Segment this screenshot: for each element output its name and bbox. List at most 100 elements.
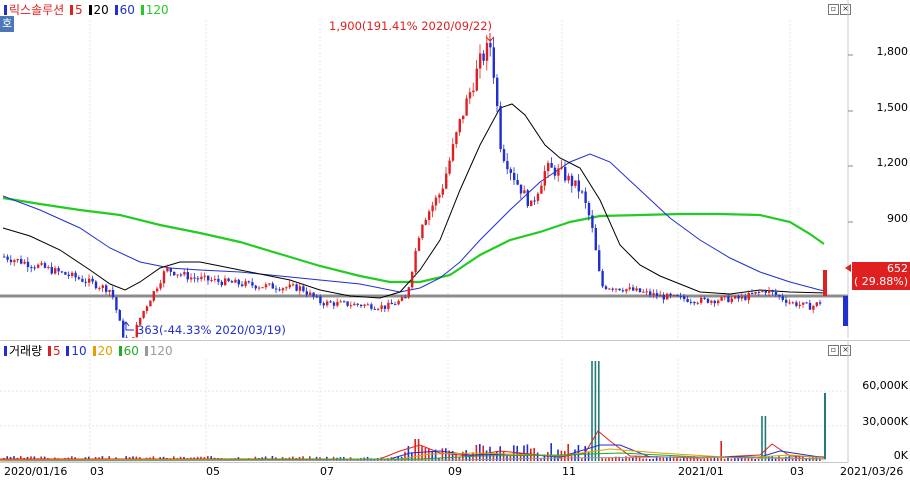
candle-body [74, 272, 77, 278]
candle-body [441, 188, 444, 195]
candle-body [152, 291, 155, 301]
candle-body [720, 297, 723, 301]
high-annotation: 1,900(191.41% 2020/09/22) [329, 19, 495, 42]
candle-body [577, 180, 580, 192]
candle-body [407, 287, 410, 298]
axis-marker-bar [843, 296, 848, 326]
candle-body [390, 302, 393, 305]
candle-body [516, 180, 519, 185]
candle-body [557, 168, 560, 176]
candle-body [258, 287, 261, 289]
candle-body [737, 296, 740, 299]
vol-y-tick-60000k: 60,000K [862, 379, 908, 392]
candle-body [802, 302, 805, 305]
candle-body [162, 271, 166, 284]
candle-body [618, 288, 621, 291]
low-annotation-text: 363(-44.33% 2020/03/19) [137, 323, 286, 337]
candle-body [105, 285, 108, 292]
candle-body [383, 305, 387, 309]
candle-body [689, 301, 693, 303]
candle-body [13, 260, 16, 263]
candle-body [533, 200, 536, 202]
volume-bar [652, 458, 654, 461]
candle-body [60, 271, 64, 273]
candle-body [346, 301, 349, 306]
volume-bar [587, 451, 590, 461]
candle-body [635, 288, 638, 291]
candle-body [251, 282, 254, 286]
candle-body [567, 175, 570, 181]
candle-body [587, 202, 591, 216]
candle-body [47, 266, 50, 268]
volume-bar [757, 458, 760, 461]
candle-body [387, 302, 390, 309]
candle-body [37, 264, 40, 268]
candle-body [213, 278, 217, 280]
candle-body [472, 90, 475, 93]
candles [3, 34, 822, 338]
candle-body [176, 274, 179, 276]
candle-body [343, 301, 346, 303]
candle-body [611, 288, 614, 290]
candle-body [20, 259, 23, 264]
candle-body [492, 47, 495, 78]
candle-body [309, 292, 312, 295]
current-price-change: ( 29.88%) [853, 275, 908, 288]
last-candle [823, 270, 827, 296]
candle-body [485, 42, 489, 61]
candle-body [332, 302, 336, 306]
volume-bar [645, 458, 648, 461]
candle-body [360, 304, 363, 307]
volume-bar [567, 443, 569, 461]
candle-body [795, 302, 798, 306]
volume-bar [744, 457, 746, 461]
volume-bar [754, 458, 756, 461]
candle-body [788, 302, 791, 304]
candle-body [132, 337, 135, 338]
y-tick-1500: 1,500 [876, 101, 909, 114]
candle-body [278, 289, 281, 291]
candle-body [496, 77, 499, 107]
candle-body [462, 115, 465, 120]
candle-body [366, 304, 370, 306]
candle-body [761, 290, 764, 292]
candle-body [649, 291, 652, 296]
candle-body [353, 303, 356, 306]
candle-body [94, 281, 98, 289]
candle-body [305, 291, 308, 295]
vol-y-tick-30000k: 30,000K [862, 415, 908, 428]
candle-body [744, 296, 747, 300]
candle-body [713, 300, 716, 304]
volume-bar [703, 458, 705, 461]
candle-body [186, 272, 189, 280]
candle-body [479, 53, 482, 69]
candle-body [292, 284, 295, 286]
candle-body [81, 278, 84, 282]
candle-body [632, 287, 635, 291]
candle-body [778, 295, 781, 297]
candle-body [608, 288, 611, 290]
candle-body [336, 301, 339, 306]
candle-body [550, 162, 553, 168]
candle-body [227, 278, 230, 282]
candle-body [601, 271, 604, 287]
volume-bar [536, 452, 539, 461]
candle-body [196, 278, 200, 280]
candle-body [377, 308, 380, 310]
candle-body [67, 274, 70, 276]
candle-body [302, 286, 305, 292]
candle-body [700, 297, 703, 303]
volume-bar [441, 448, 444, 461]
candle-body [819, 302, 822, 304]
candle-body [84, 281, 87, 283]
x-label-03b: 03 [790, 465, 804, 478]
candle-body [91, 278, 94, 282]
candle-body [598, 250, 601, 272]
candle-body [655, 293, 659, 297]
candle-body [574, 180, 577, 186]
candle-body [23, 261, 26, 264]
candle-body [482, 53, 485, 61]
candle-body [6, 256, 9, 260]
candle-body [40, 263, 43, 265]
candle-body [489, 42, 492, 48]
